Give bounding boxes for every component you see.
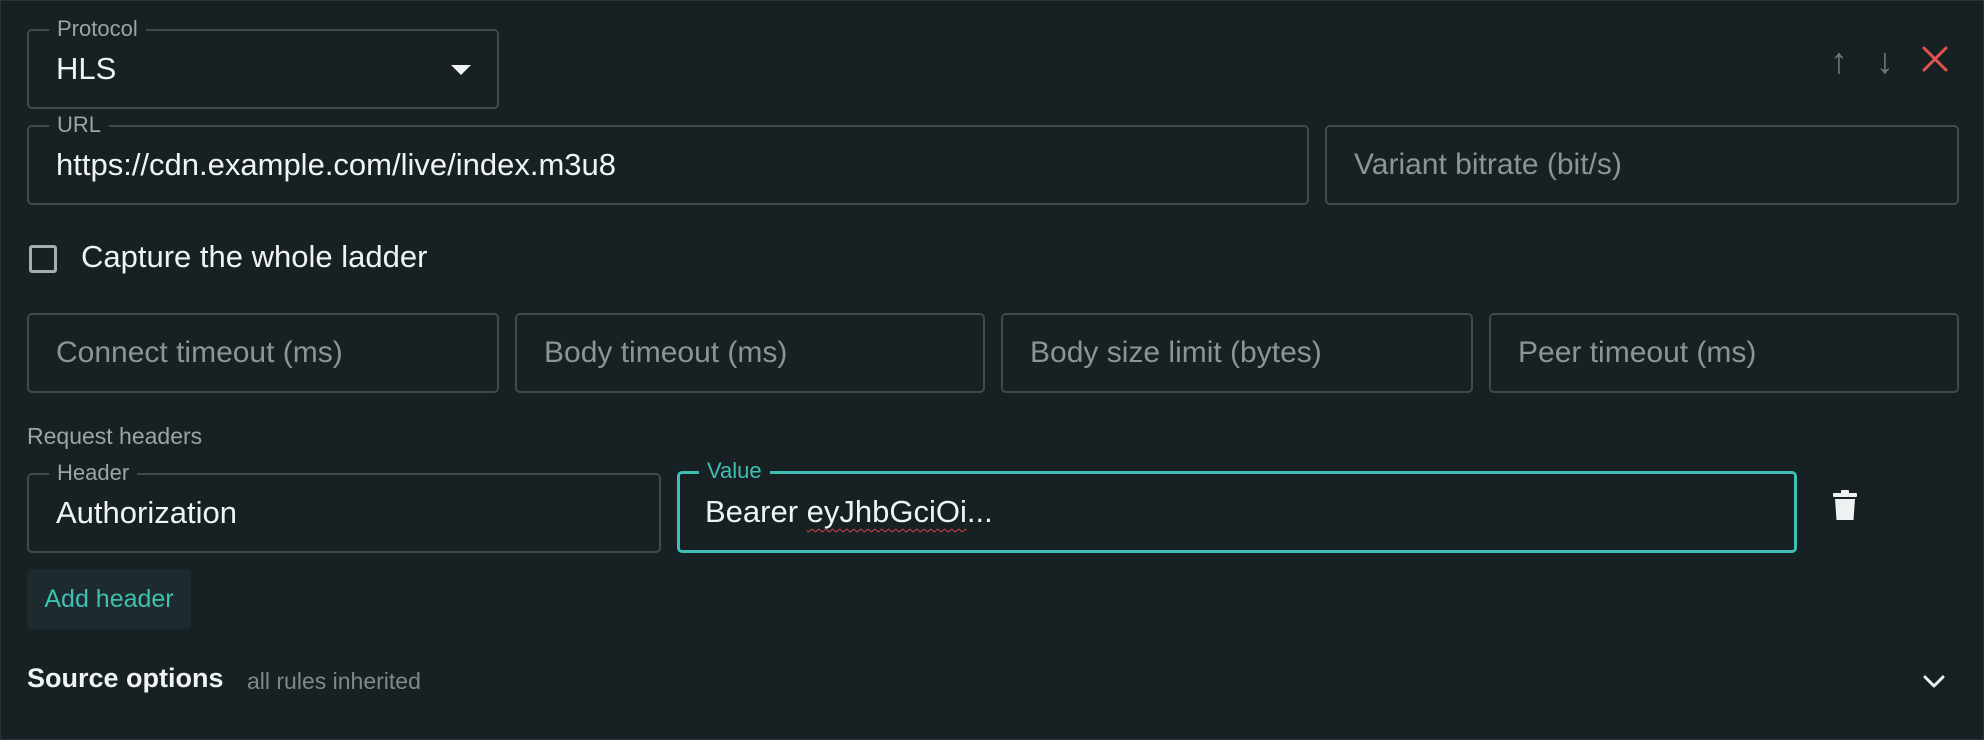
header-value-field[interactable]: Value Bearer eyJhbGciOi... bbox=[677, 457, 1797, 553]
delete-header-button[interactable] bbox=[1823, 483, 1867, 527]
source-options-toggle[interactable]: Source options all rules inherited bbox=[27, 657, 1959, 705]
header-value-token: eyJhbGciOi bbox=[806, 494, 967, 529]
add-header-button[interactable]: Add header bbox=[27, 569, 191, 629]
trash-icon bbox=[1833, 490, 1857, 520]
url-field[interactable]: URL https://cdn.example.com/live/index.m… bbox=[27, 111, 1309, 205]
arrow-up-icon: ↑ bbox=[1830, 40, 1848, 81]
peer-timeout-field[interactable]: Peer timeout (ms) bbox=[1489, 313, 1959, 393]
header-value-value: Bearer eyJhbGciOi... bbox=[705, 474, 993, 550]
source-panel: Protocol HLS ↑ ↓ URL https://cdn.example… bbox=[0, 0, 1984, 740]
protocol-select[interactable]: Protocol HLS bbox=[27, 15, 499, 109]
move-down-button[interactable]: ↓ bbox=[1867, 40, 1903, 81]
url-value: https://cdn.example.com/live/index.m3u8 bbox=[56, 147, 616, 182]
arrow-down-icon: ↓ bbox=[1876, 40, 1894, 81]
peer-timeout-placeholder: Peer timeout (ms) bbox=[1518, 336, 1757, 369]
remove-source-button[interactable] bbox=[1915, 39, 1955, 79]
add-header-label: Add header bbox=[44, 584, 174, 613]
close-icon bbox=[1922, 46, 1948, 72]
header-value-prefix: Bearer bbox=[705, 494, 807, 529]
body-size-limit-field[interactable]: Body size limit (bytes) bbox=[1001, 313, 1473, 393]
header-name-value: Authorization bbox=[56, 495, 237, 530]
connect-timeout-field[interactable]: Connect timeout (ms) bbox=[27, 313, 499, 393]
chevron-down-icon bbox=[451, 65, 471, 75]
variant-bitrate-field[interactable]: Variant bitrate (bit/s) bbox=[1325, 125, 1959, 205]
capture-ladder-checkbox[interactable] bbox=[29, 245, 57, 273]
header-name-field[interactable]: Header Authorization bbox=[27, 459, 661, 553]
body-timeout-field[interactable]: Body timeout (ms) bbox=[515, 313, 985, 393]
chevron-down-icon bbox=[1923, 675, 1945, 688]
capture-ladder-label: Capture the whole ladder bbox=[81, 239, 428, 274]
body-size-limit-placeholder: Body size limit (bytes) bbox=[1030, 336, 1322, 369]
request-headers-title: Request headers bbox=[27, 423, 203, 449]
variant-bitrate-placeholder: Variant bitrate (bit/s) bbox=[1354, 148, 1622, 181]
connect-timeout-placeholder: Connect timeout (ms) bbox=[56, 336, 343, 369]
protocol-value: HLS bbox=[56, 51, 117, 86]
move-up-button[interactable]: ↑ bbox=[1821, 40, 1857, 81]
source-options-subtitle: all rules inherited bbox=[247, 668, 421, 694]
source-options-title: Source options bbox=[27, 663, 224, 693]
header-value-suffix: ... bbox=[966, 494, 993, 529]
body-timeout-placeholder: Body timeout (ms) bbox=[544, 336, 788, 369]
